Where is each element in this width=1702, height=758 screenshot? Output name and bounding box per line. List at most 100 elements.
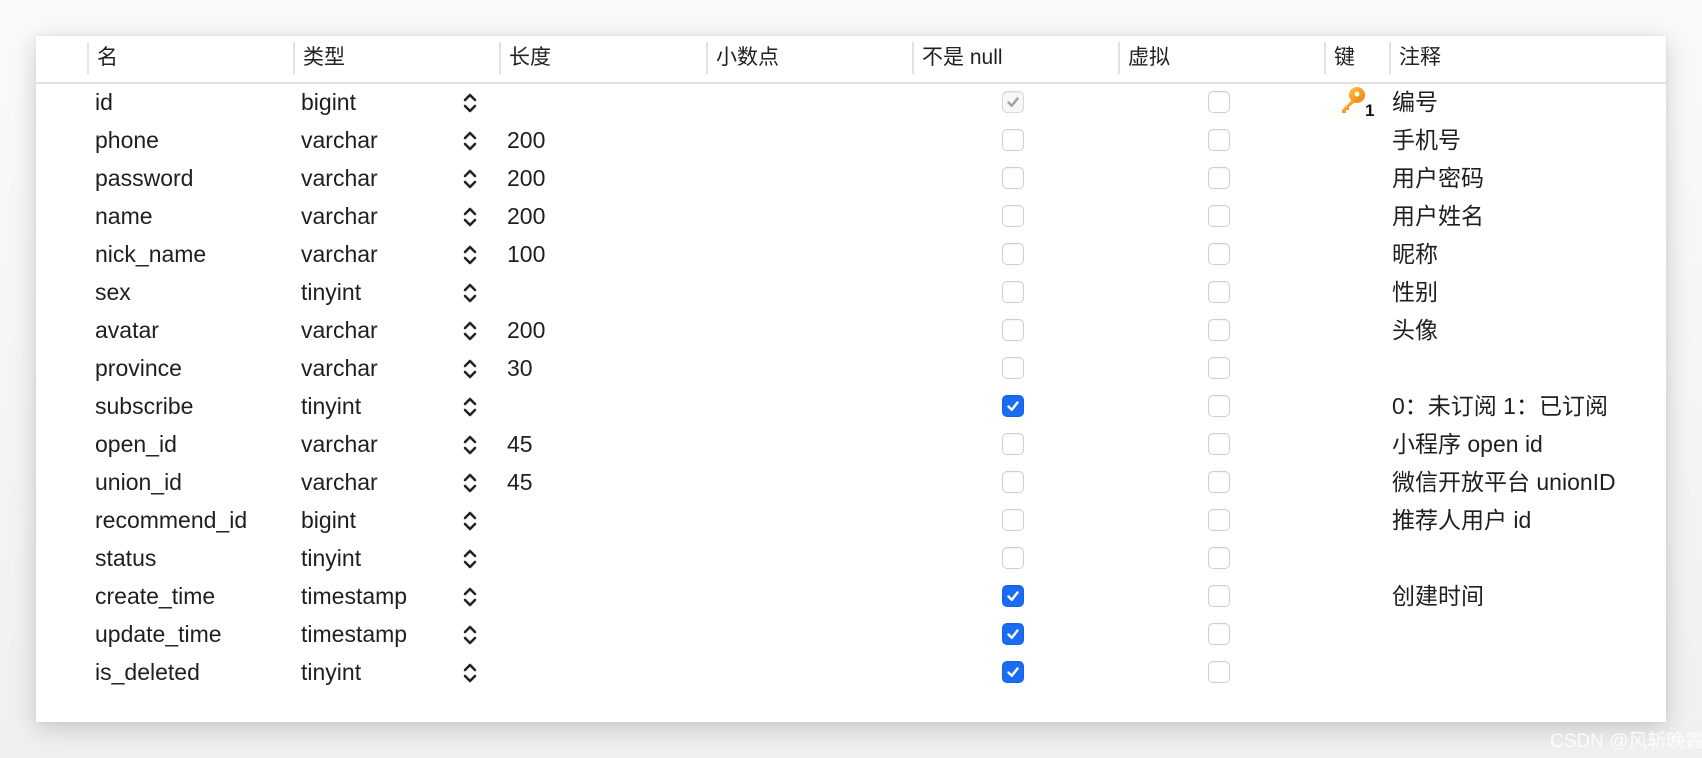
virtual-checkbox[interactable]: [1208, 91, 1230, 113]
field-type-cell[interactable]: bigint: [301, 83, 356, 121]
not-null-checkbox[interactable]: [1002, 167, 1024, 189]
field-length-cell[interactable]: 100: [507, 235, 545, 273]
table-row[interactable]: avatar varchar 200 头像: [36, 311, 1666, 349]
table-row[interactable]: create_time timestamp 创建时间: [36, 577, 1666, 615]
field-type-cell[interactable]: tinyint: [301, 273, 361, 311]
virtual-checkbox[interactable]: [1208, 661, 1230, 683]
virtual-checkbox[interactable]: [1208, 167, 1230, 189]
table-row[interactable]: password varchar 200 用户密码: [36, 159, 1666, 197]
virtual-checkbox[interactable]: [1208, 509, 1230, 531]
virtual-checkbox[interactable]: [1208, 623, 1230, 645]
field-length-cell[interactable]: 200: [507, 159, 545, 197]
not-null-checkbox[interactable]: [1002, 471, 1024, 493]
virtual-checkbox[interactable]: [1208, 205, 1230, 227]
virtual-checkbox[interactable]: [1208, 433, 1230, 455]
column-header-virtual[interactable]: 虚拟: [1118, 42, 1324, 74]
chevron-up-down-icon[interactable]: [462, 509, 478, 533]
virtual-checkbox[interactable]: [1208, 357, 1230, 379]
virtual-checkbox[interactable]: [1208, 547, 1230, 569]
virtual-checkbox[interactable]: [1208, 281, 1230, 303]
chevron-up-down-icon[interactable]: [462, 357, 478, 381]
virtual-checkbox[interactable]: [1208, 319, 1230, 341]
chevron-up-down-icon[interactable]: [462, 661, 478, 685]
column-header-length[interactable]: 长度: [499, 42, 706, 74]
field-name-cell[interactable]: is_deleted: [95, 653, 200, 691]
chevron-up-down-icon[interactable]: [462, 243, 478, 267]
not-null-checkbox[interactable]: [1002, 91, 1024, 113]
field-length-cell[interactable]: 45: [507, 463, 533, 501]
not-null-checkbox[interactable]: [1002, 395, 1024, 417]
field-comment-cell[interactable]: 微信开放平台 unionID: [1392, 463, 1616, 501]
not-null-checkbox[interactable]: [1002, 357, 1024, 379]
virtual-checkbox[interactable]: [1208, 471, 1230, 493]
field-type-cell[interactable]: timestamp: [301, 577, 407, 615]
table-row[interactable]: union_id varchar 45 微信开放平台 unionID: [36, 463, 1666, 501]
chevron-up-down-icon[interactable]: [462, 281, 478, 305]
not-null-checkbox[interactable]: [1002, 129, 1024, 151]
not-null-checkbox[interactable]: [1002, 243, 1024, 265]
field-comment-cell[interactable]: 昵称: [1392, 235, 1438, 273]
column-header-decimals[interactable]: 小数点: [706, 42, 912, 74]
field-name-cell[interactable]: open_id: [95, 425, 177, 463]
field-name-cell[interactable]: update_time: [95, 615, 222, 653]
table-row[interactable]: sex tinyint 性别: [36, 273, 1666, 311]
field-name-cell[interactable]: password: [95, 159, 193, 197]
field-name-cell[interactable]: status: [95, 539, 156, 577]
field-type-cell[interactable]: varchar: [301, 159, 378, 197]
table-row[interactable]: id bigint 1 编号: [36, 83, 1666, 121]
virtual-checkbox[interactable]: [1208, 395, 1230, 417]
not-null-checkbox[interactable]: [1002, 319, 1024, 341]
column-header-not-null[interactable]: 不是 null: [912, 42, 1118, 74]
field-length-cell[interactable]: 45: [507, 425, 533, 463]
field-type-cell[interactable]: tinyint: [301, 539, 361, 577]
table-row[interactable]: province varchar 30: [36, 349, 1666, 387]
table-row[interactable]: phone varchar 200 手机号: [36, 121, 1666, 159]
chevron-up-down-icon[interactable]: [462, 547, 478, 571]
field-name-cell[interactable]: phone: [95, 121, 159, 159]
table-row[interactable]: status tinyint: [36, 539, 1666, 577]
field-type-cell[interactable]: varchar: [301, 121, 378, 159]
chevron-up-down-icon[interactable]: [462, 129, 478, 153]
field-name-cell[interactable]: id: [95, 83, 113, 121]
chevron-up-down-icon[interactable]: [462, 585, 478, 609]
chevron-up-down-icon[interactable]: [462, 319, 478, 343]
field-length-cell[interactable]: 200: [507, 311, 545, 349]
column-header-key[interactable]: 键: [1324, 42, 1389, 74]
field-comment-cell[interactable]: 头像: [1392, 311, 1438, 349]
not-null-checkbox[interactable]: [1002, 509, 1024, 531]
field-name-cell[interactable]: nick_name: [95, 235, 206, 273]
field-comment-cell[interactable]: 小程序 open id: [1392, 425, 1543, 463]
column-header-comment[interactable]: 注释: [1389, 42, 1666, 74]
field-type-cell[interactable]: tinyint: [301, 653, 361, 691]
field-type-cell[interactable]: varchar: [301, 197, 378, 235]
column-header-name[interactable]: 名: [87, 42, 293, 74]
field-name-cell[interactable]: create_time: [95, 577, 215, 615]
table-row[interactable]: open_id varchar 45 小程序 open id: [36, 425, 1666, 463]
column-header-type[interactable]: 类型: [293, 42, 499, 74]
not-null-checkbox[interactable]: [1002, 281, 1024, 303]
field-comment-cell[interactable]: 性别: [1392, 273, 1438, 311]
field-comment-cell[interactable]: 用户姓名: [1392, 197, 1484, 235]
chevron-up-down-icon[interactable]: [462, 623, 478, 647]
field-name-cell[interactable]: subscribe: [95, 387, 193, 425]
field-type-cell[interactable]: timestamp: [301, 615, 407, 653]
not-null-checkbox[interactable]: [1002, 661, 1024, 683]
field-name-cell[interactable]: avatar: [95, 311, 159, 349]
chevron-up-down-icon[interactable]: [462, 471, 478, 495]
table-row[interactable]: recommend_id bigint 推荐人用户 id: [36, 501, 1666, 539]
field-name-cell[interactable]: recommend_id: [95, 501, 247, 539]
table-row[interactable]: name varchar 200 用户姓名: [36, 197, 1666, 235]
chevron-up-down-icon[interactable]: [462, 433, 478, 457]
chevron-up-down-icon[interactable]: [462, 395, 478, 419]
field-length-cell[interactable]: 30: [507, 349, 533, 387]
field-comment-cell[interactable]: 0：未订阅 1：已订阅: [1392, 387, 1608, 425]
field-type-cell[interactable]: varchar: [301, 235, 378, 273]
table-row[interactable]: is_deleted tinyint: [36, 653, 1666, 691]
chevron-up-down-icon[interactable]: [462, 91, 478, 115]
not-null-checkbox[interactable]: [1002, 433, 1024, 455]
field-name-cell[interactable]: province: [95, 349, 182, 387]
field-comment-cell[interactable]: 用户密码: [1392, 159, 1484, 197]
field-name-cell[interactable]: union_id: [95, 463, 182, 501]
field-comment-cell[interactable]: 创建时间: [1392, 577, 1484, 615]
field-type-cell[interactable]: varchar: [301, 311, 378, 349]
